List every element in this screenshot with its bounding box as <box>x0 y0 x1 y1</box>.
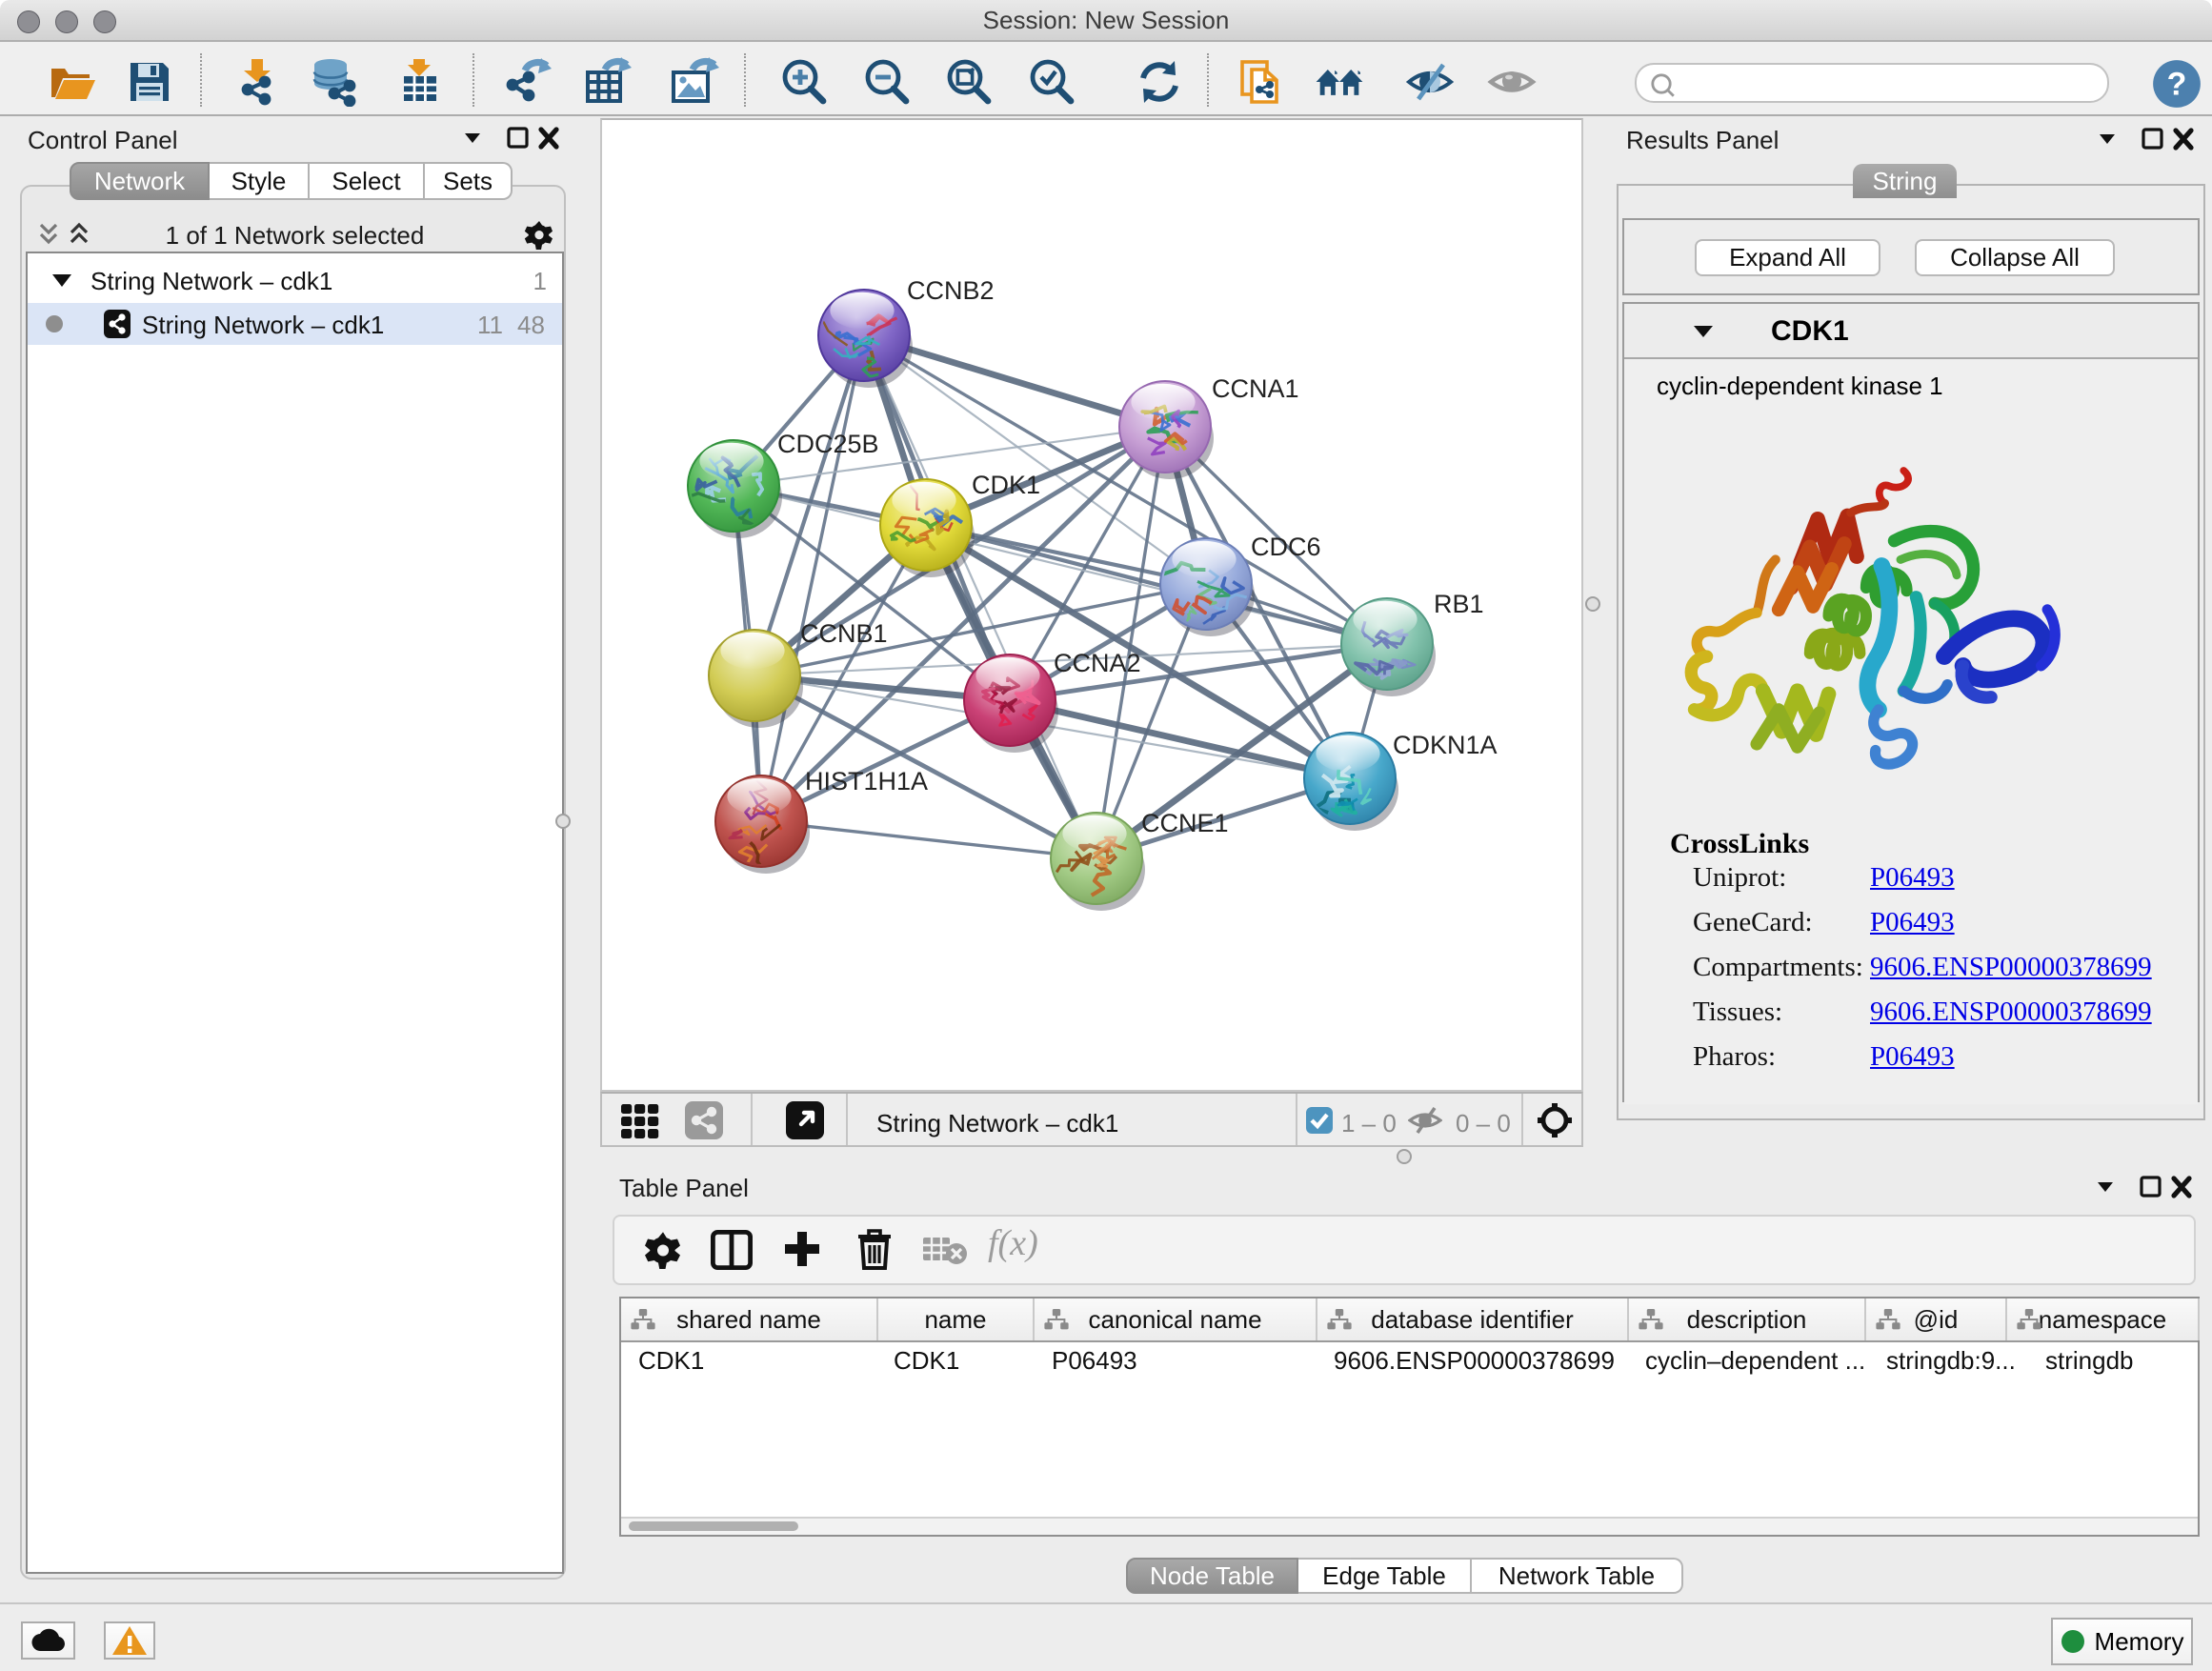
svg-text:HIST1H1A: HIST1H1A <box>805 767 928 795</box>
svg-text:CCNB1: CCNB1 <box>800 619 888 648</box>
svg-text:CCNE1: CCNE1 <box>1141 809 1229 837</box>
svg-text:RB1: RB1 <box>1434 590 1484 618</box>
svg-text:CCNB2: CCNB2 <box>907 276 995 305</box>
svg-text:CDKN1A: CDKN1A <box>1393 731 1498 759</box>
svg-text:CCNA1: CCNA1 <box>1212 374 1299 403</box>
svg-text:CDC6: CDC6 <box>1251 533 1321 561</box>
svg-text:CDC25B: CDC25B <box>777 430 879 458</box>
svg-text:CCNA2: CCNA2 <box>1054 649 1141 677</box>
svg-text:?: ? <box>2167 66 2187 102</box>
svg-text:CDK1: CDK1 <box>972 471 1040 499</box>
